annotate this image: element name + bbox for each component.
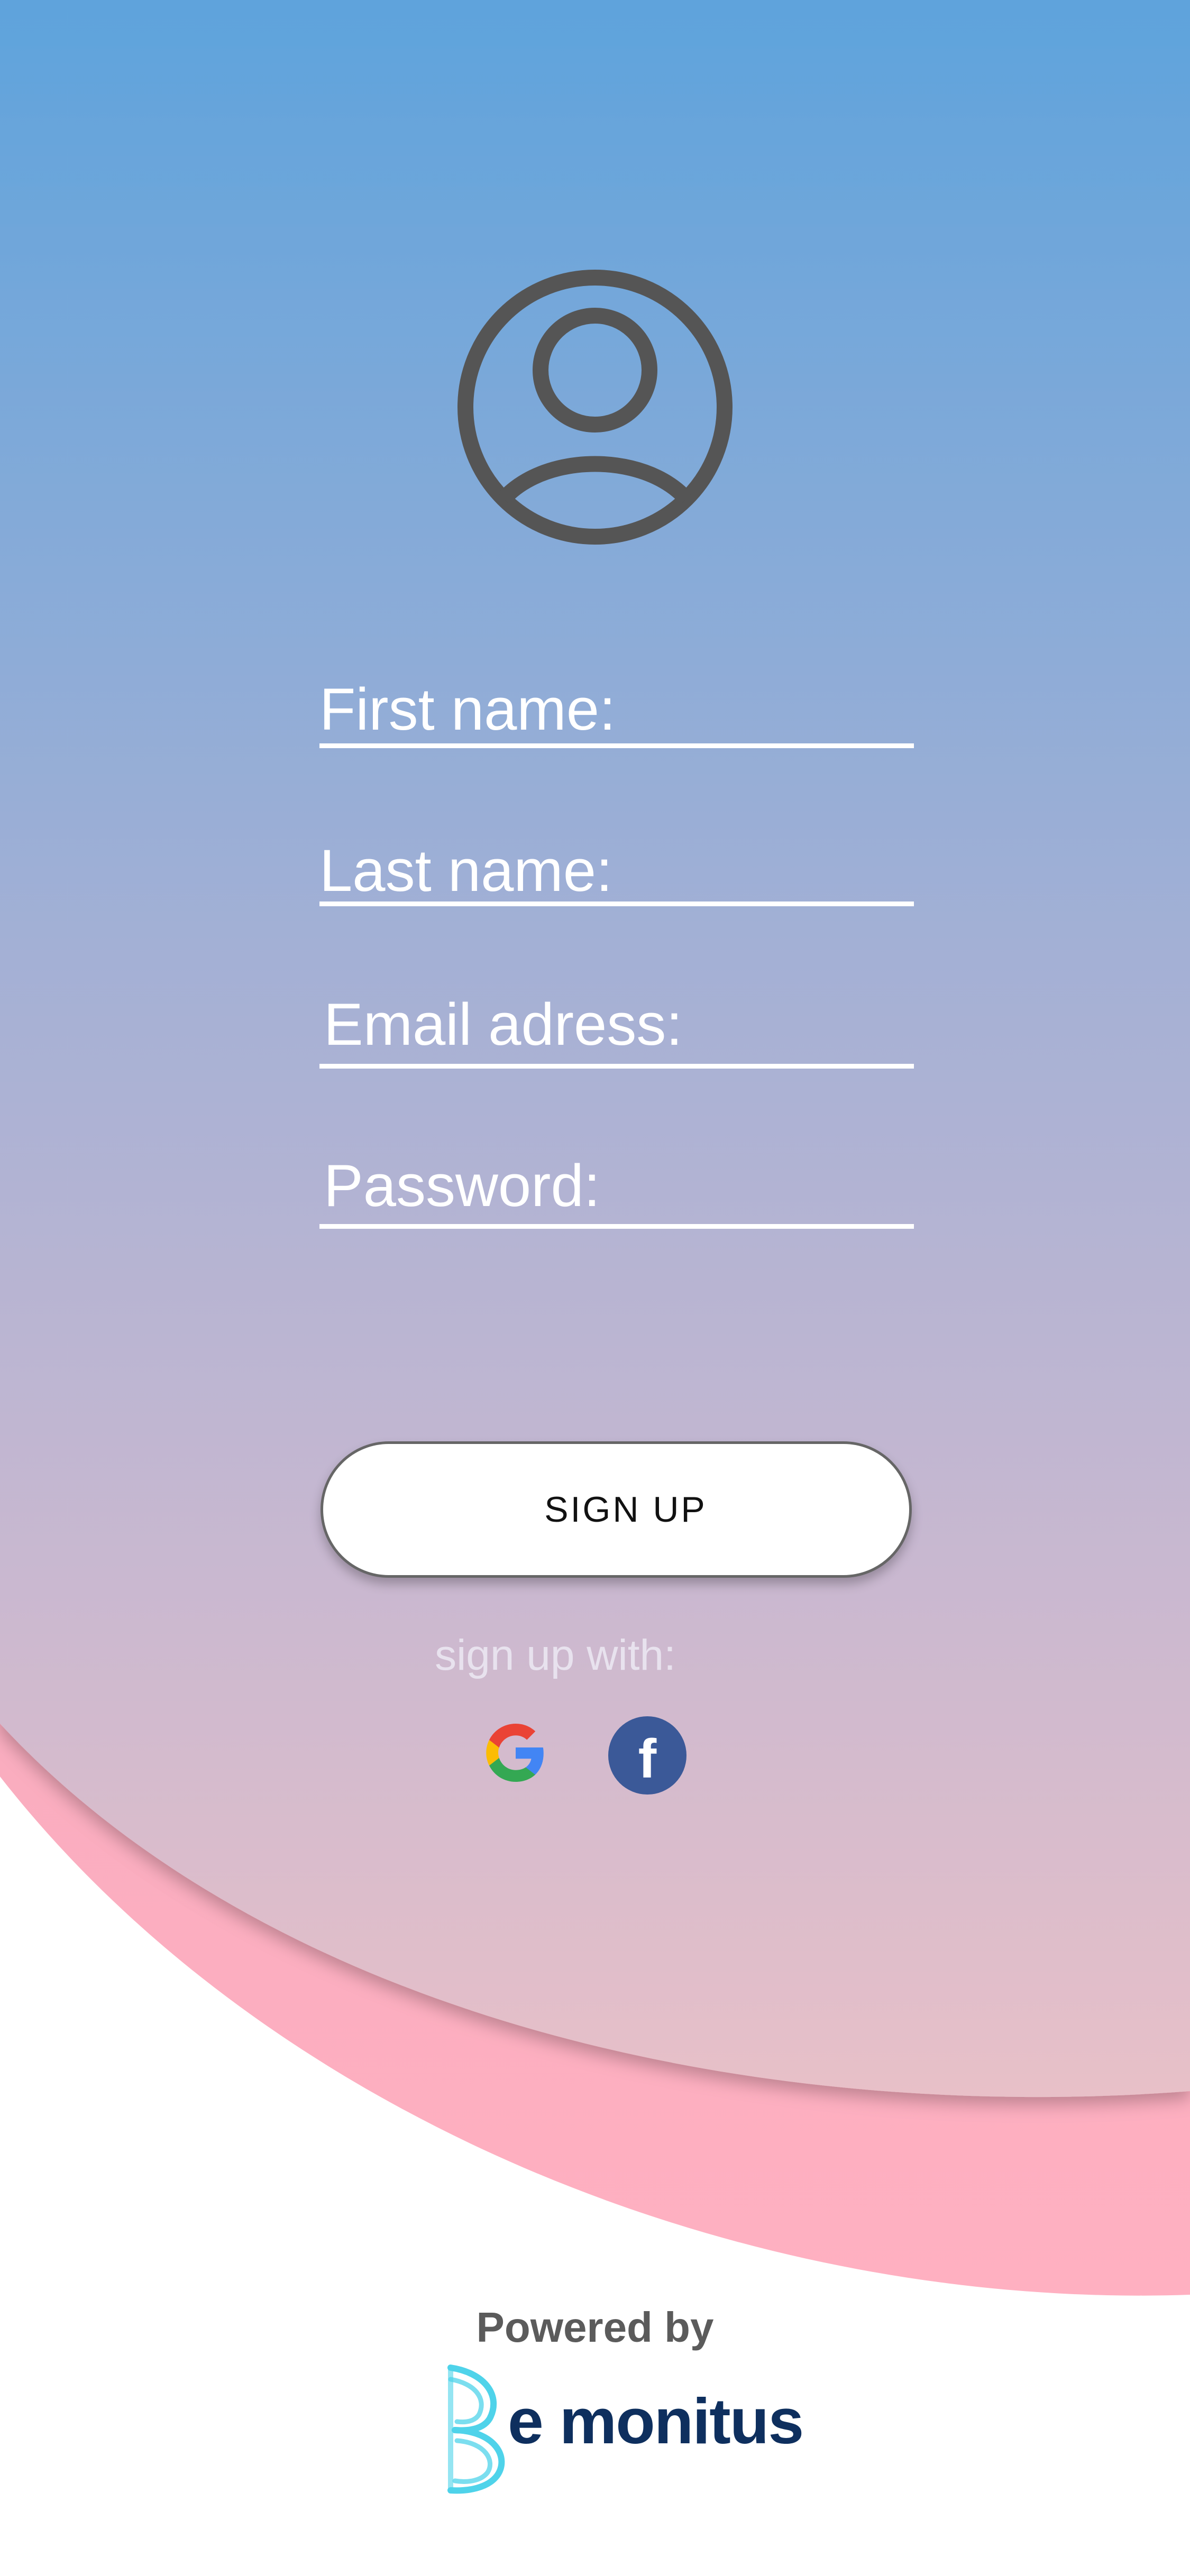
powered-by-label: Powered by — [476, 2304, 714, 2351]
brand-name: e monitus — [508, 2385, 804, 2457]
last-name-underline — [319, 901, 914, 906]
sign-up-button[interactable]: SIGN UP — [321, 1441, 912, 1578]
user-circle-icon — [457, 270, 733, 545]
be-monitus-logo: e monitus — [444, 2363, 804, 2496]
brand-b-icon — [447, 2365, 505, 2494]
last-name-label: Last name: — [319, 838, 613, 904]
password-field[interactable]: Password: — [319, 1150, 914, 1235]
first-name-underline — [319, 743, 914, 748]
password-label: Password: — [324, 1153, 600, 1219]
email-label: Email adress: — [324, 991, 683, 1057]
last-name-field[interactable]: Last name: — [319, 837, 914, 911]
google-g-icon[interactable] — [484, 1721, 547, 1784]
first-name-field[interactable]: First name: — [319, 677, 914, 751]
password-underline — [319, 1224, 914, 1229]
email-underline — [319, 1064, 914, 1069]
first-name-label: First name: — [319, 676, 616, 742]
facebook-letter: f — [638, 1728, 657, 1790]
email-field[interactable]: Email adress: — [319, 989, 914, 1073]
sign-up-with-label: sign up with: — [435, 1631, 676, 1679]
facebook-f-icon[interactable]: f — [608, 1716, 686, 1795]
